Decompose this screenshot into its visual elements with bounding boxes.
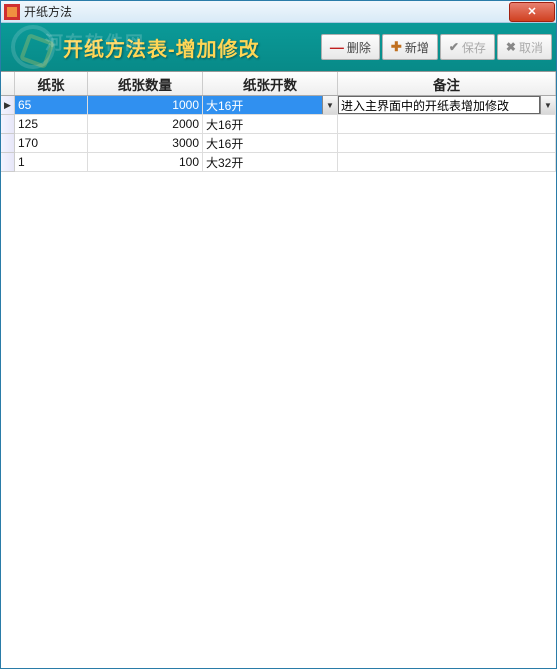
- col-header-paper[interactable]: 纸张: [15, 72, 88, 95]
- cell-qty[interactable]: 2000: [88, 115, 203, 134]
- close-icon: ✕: [527, 5, 536, 18]
- cell-cuts[interactable]: 大16开: [203, 115, 338, 134]
- grid-body: ▶ 65 1000 大16开 ▼ 进入主界面中的开纸表增加修改 ▼: [1, 96, 556, 172]
- col-header-cuts[interactable]: 纸张开数: [203, 72, 338, 95]
- row-indicator: [1, 134, 15, 153]
- save-label: 保存: [462, 39, 486, 56]
- cell-qty[interactable]: 100: [88, 153, 203, 172]
- delete-button[interactable]: — 删除: [321, 34, 380, 60]
- remark-input[interactable]: 进入主界面中的开纸表增加修改: [338, 96, 540, 114]
- close-button[interactable]: ✕: [509, 2, 555, 22]
- cell-remark[interactable]: [338, 153, 556, 172]
- cell-remark[interactable]: 进入主界面中的开纸表增加修改 ▼: [338, 96, 556, 115]
- toolbar: — 删除 ✚ 新增 ✔ 保存 ✖ 取消: [321, 34, 552, 60]
- window-title: 开纸方法: [24, 3, 509, 20]
- cell-paper[interactable]: 125: [15, 115, 88, 134]
- delete-label: 删除: [347, 39, 371, 56]
- grid-header: 纸张 纸张数量 纸张开数 备注: [1, 72, 556, 96]
- window-frame: 开纸方法 ✕ 河东软件网 开纸方法表-增加修改 — 删除 ✚ 新增 ✔ 保存 ✖…: [0, 0, 557, 669]
- dropdown-button[interactable]: ▼: [322, 96, 337, 114]
- header-bar: 河东软件网 开纸方法表-增加修改 — 删除 ✚ 新增 ✔ 保存 ✖ 取消: [1, 23, 556, 71]
- data-grid: 纸张 纸张数量 纸张开数 备注 ▶ 65 1000 大16开 ▼ 进入主界面中的…: [1, 71, 556, 668]
- cell-cuts[interactable]: 大32开: [203, 153, 338, 172]
- table-row[interactable]: 1 100 大32开: [1, 153, 556, 172]
- logo-icon: [11, 25, 55, 69]
- x-icon: ✖: [506, 40, 516, 54]
- titlebar[interactable]: 开纸方法 ✕: [1, 1, 556, 23]
- cell-cuts[interactable]: 大16开: [203, 134, 338, 153]
- cancel-label: 取消: [519, 39, 543, 56]
- row-indicator: [1, 153, 15, 172]
- add-button[interactable]: ✚ 新增: [382, 34, 438, 60]
- save-button[interactable]: ✔ 保存: [440, 34, 495, 60]
- dropdown-button[interactable]: ▼: [540, 96, 555, 114]
- cuts-value: 大16开: [203, 97, 322, 114]
- cell-paper[interactable]: 1: [15, 153, 88, 172]
- table-row[interactable]: ▶ 65 1000 大16开 ▼ 进入主界面中的开纸表增加修改 ▼: [1, 96, 556, 115]
- col-header-remark[interactable]: 备注: [338, 72, 556, 95]
- cell-qty[interactable]: 3000: [88, 134, 203, 153]
- cell-qty[interactable]: 1000: [88, 96, 203, 115]
- minus-icon: —: [330, 39, 344, 55]
- chevron-down-icon: ▼: [544, 101, 552, 110]
- plus-icon: ✚: [391, 39, 402, 55]
- cell-cuts[interactable]: 大16开 ▼: [203, 96, 338, 115]
- cell-paper[interactable]: 170: [15, 134, 88, 153]
- cell-remark[interactable]: [338, 115, 556, 134]
- app-icon: [4, 4, 20, 20]
- add-label: 新增: [405, 39, 429, 56]
- cancel-button[interactable]: ✖ 取消: [497, 34, 552, 60]
- cell-remark[interactable]: [338, 134, 556, 153]
- table-row[interactable]: 170 3000 大16开: [1, 134, 556, 153]
- cell-paper[interactable]: 65: [15, 96, 88, 115]
- remark-value: 进入主界面中的开纸表增加修改: [341, 97, 509, 114]
- row-indicator-header: [1, 72, 15, 95]
- page-title: 开纸方法表-增加修改: [63, 33, 321, 62]
- row-indicator: [1, 115, 15, 134]
- check-icon: ✔: [449, 40, 459, 54]
- col-header-qty[interactable]: 纸张数量: [88, 72, 203, 95]
- row-indicator: ▶: [1, 96, 15, 115]
- table-row[interactable]: 125 2000 大16开: [1, 115, 556, 134]
- chevron-down-icon: ▼: [326, 101, 334, 110]
